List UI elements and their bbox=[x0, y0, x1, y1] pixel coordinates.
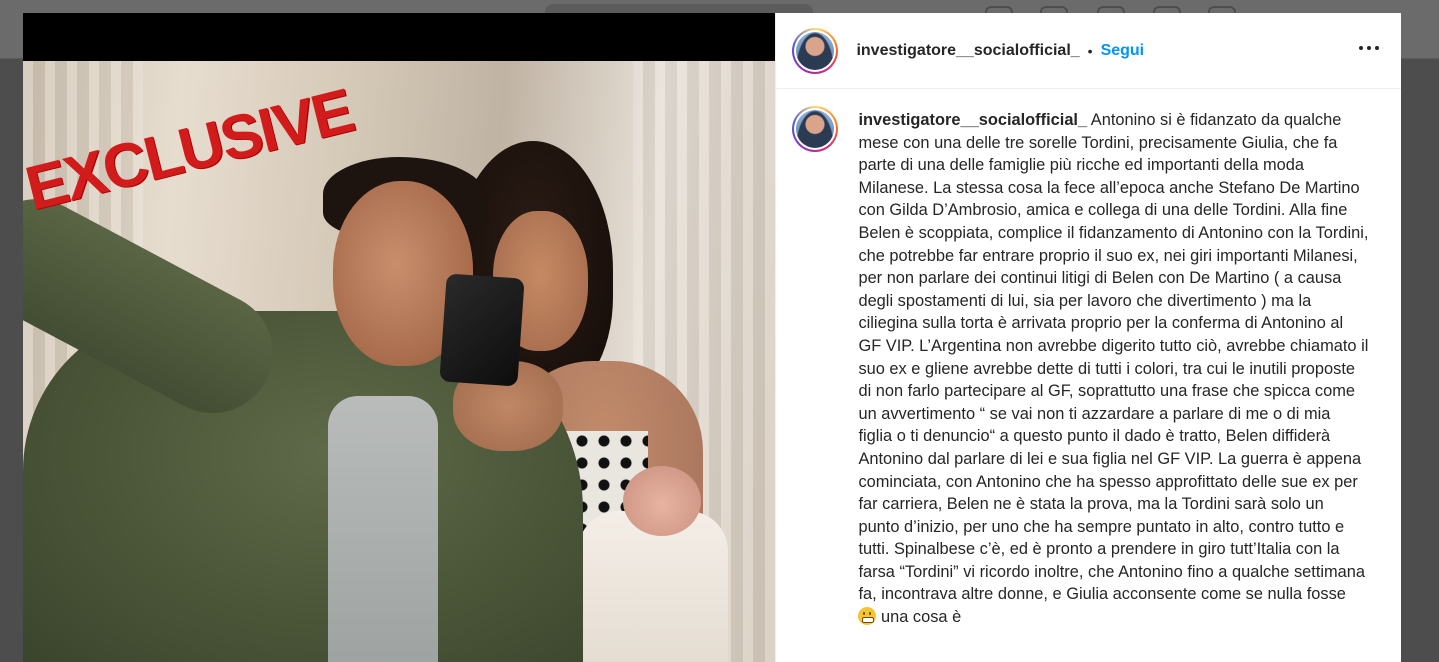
post-media[interactable]: EXCLUSIVE bbox=[23, 13, 776, 662]
caption-tail: una cosa è bbox=[881, 608, 962, 627]
post-photo: EXCLUSIVE bbox=[23, 61, 776, 662]
avatar-image bbox=[796, 31, 835, 70]
avatar[interactable] bbox=[792, 27, 839, 74]
caption-avatar[interactable] bbox=[792, 106, 839, 152]
post-modal: EXCLUSIVE investigatore__socialofficial_… bbox=[23, 13, 1401, 662]
post-caption: investigatore__socialofficial_ Antonino … bbox=[858, 109, 1368, 662]
more-options-icon[interactable] bbox=[1359, 46, 1379, 50]
caption-username[interactable]: investigatore__socialofficial_ bbox=[858, 111, 1087, 129]
post-side-panel: investigatore__socialofficial_ • Segui i… bbox=[775, 13, 1401, 662]
follow-button[interactable]: Segui bbox=[1101, 42, 1145, 60]
post-author-username[interactable]: investigatore__socialofficial_ bbox=[856, 42, 1079, 60]
caption-text: Antonino si è fidanzato da qualche mese … bbox=[858, 111, 1369, 604]
avatar-image bbox=[796, 110, 835, 148]
grimacing-face-emoji bbox=[858, 607, 877, 626]
comments-area[interactable]: investigatore__socialofficial_ Antonino … bbox=[776, 89, 1401, 662]
post-header: investigatore__socialofficial_ • Segui bbox=[776, 13, 1401, 89]
separator-dot: • bbox=[1087, 42, 1093, 59]
